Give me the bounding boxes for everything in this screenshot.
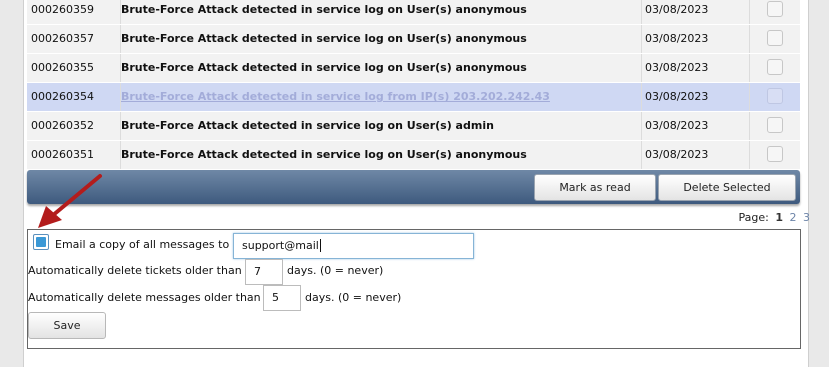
notification-settings: Email a copy of all messages to support@… — [27, 229, 801, 349]
row-checkbox[interactable] — [767, 30, 783, 46]
page-link-3[interactable]: 3 — [803, 211, 810, 224]
message-id: 000260351 — [27, 141, 121, 169]
message-subject[interactable]: Brute-Force Attack detected in service l… — [117, 0, 642, 24]
message-subject[interactable]: Brute-Force Attack detected in service l… — [117, 54, 642, 82]
row-checkbox[interactable] — [767, 1, 783, 17]
message-date: 03/08/2023 — [641, 112, 750, 140]
delete-selected-button[interactable]: Delete Selected — [658, 174, 796, 201]
row-checkbox[interactable] — [767, 59, 783, 75]
message-id: 000260359 — [27, 0, 121, 24]
message-date: 03/08/2023 — [641, 54, 750, 82]
row-select-cell — [750, 25, 800, 53]
email-copy-label: Email a copy of all messages to — [55, 238, 230, 251]
table-row[interactable]: 000260359 Brute-Force Attack detected in… — [27, 0, 800, 25]
row-select-cell — [750, 112, 800, 140]
message-subject[interactable]: Brute-Force Attack detected in service l… — [117, 25, 642, 53]
message-subject-link[interactable]: Brute-Force Attack detected in service l… — [117, 83, 642, 111]
tickets-age-suffix: days. (0 = never) — [287, 264, 384, 277]
page-current: 1 — [775, 211, 783, 224]
messages-age-label: Automatically delete messages older than — [28, 291, 261, 304]
tickets-age-input[interactable]: 7 — [245, 259, 283, 285]
message-subject[interactable]: Brute-Force Attack detected in service l… — [117, 112, 642, 140]
message-date: 03/08/2023 — [641, 141, 750, 169]
table-row-highlighted[interactable]: 000260354 Brute-Force Attack detected in… — [27, 83, 800, 112]
pagination: Page: 1 2 3 — [739, 211, 811, 224]
pagination-label: Page: — [738, 211, 769, 224]
row-select-cell — [750, 141, 800, 169]
save-button[interactable]: Save — [28, 312, 106, 339]
page-link-2[interactable]: 2 — [790, 211, 797, 224]
messages-age-suffix: days. (0 = never) — [305, 291, 402, 304]
message-date: 03/08/2023 — [641, 0, 750, 24]
message-id: 000260355 — [27, 54, 121, 82]
tickets-age-label: Automatically delete tickets older than — [28, 264, 242, 277]
table-row[interactable]: 000260352 Brute-Force Attack detected in… — [27, 112, 800, 141]
message-date: 03/08/2023 — [641, 83, 750, 111]
table-row[interactable]: 000260357 Brute-Force Attack detected in… — [27, 25, 800, 54]
row-select-cell — [750, 83, 800, 111]
row-checkbox[interactable] — [767, 117, 783, 133]
annotation-arrow-icon — [38, 174, 102, 228]
action-toolbar: Mark as read Delete Selected — [27, 170, 800, 204]
row-checkbox[interactable] — [767, 88, 783, 104]
email-copy-checkbox[interactable] — [33, 234, 49, 250]
email-value: support@mail — [242, 239, 319, 252]
messages-age-input[interactable]: 5 — [263, 285, 301, 311]
text-cursor — [319, 239, 321, 252]
row-checkbox[interactable] — [767, 146, 783, 162]
row-select-cell — [750, 0, 800, 24]
mark-as-read-button[interactable]: Mark as read — [534, 174, 656, 201]
email-field[interactable]: support@mail — [233, 233, 474, 259]
message-id: 000260357 — [27, 25, 121, 53]
message-date: 03/08/2023 — [641, 25, 750, 53]
table-row[interactable]: 000260355 Brute-Force Attack detected in… — [27, 54, 800, 83]
message-id: 000260354 — [27, 83, 121, 111]
message-id: 000260352 — [27, 112, 121, 140]
table-row[interactable]: 000260351 Brute-Force Attack detected in… — [27, 141, 800, 170]
row-select-cell — [750, 54, 800, 82]
message-subject[interactable]: Brute-Force Attack detected in service l… — [117, 141, 642, 169]
